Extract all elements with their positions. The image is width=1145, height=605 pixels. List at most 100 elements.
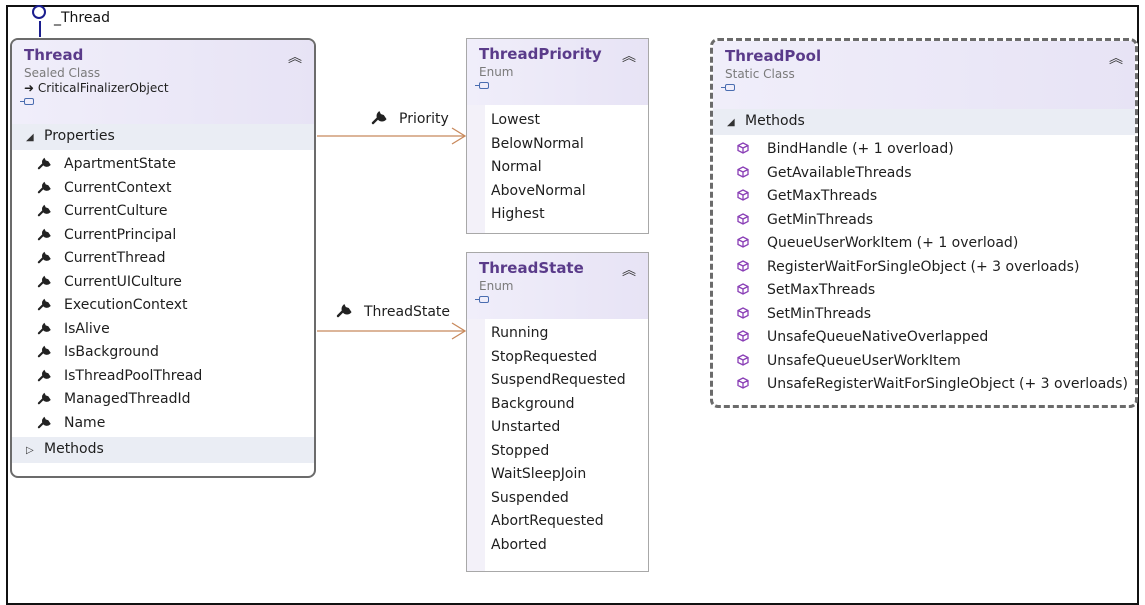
- property-item[interactable]: IsBackground: [36, 341, 314, 365]
- enum-value[interactable]: WaitSleepJoin: [485, 463, 648, 487]
- enum-values: Running StopRequested SuspendRequested Back…: [467, 319, 648, 571]
- collapse-icon[interactable]: [475, 82, 489, 89]
- enum-value-label: Normal: [491, 159, 542, 175]
- thread-pool-class-shape[interactable]: ThreadPool Static Class ︽ ◢ Methods BindH…: [710, 38, 1138, 408]
- chevron-up-icon[interactable]: ︽: [622, 260, 636, 280]
- method-item-label: RegisterWaitForSingleObject (+ 3 overloa…: [767, 258, 1080, 275]
- method-item[interactable]: QueueUserWorkItem (+ 1 overload): [737, 232, 1135, 256]
- methods-section-header[interactable]: ▷ Methods: [12, 437, 314, 463]
- method-item-label: GetMinThreads: [767, 211, 874, 228]
- method-item[interactable]: GetMinThreads: [737, 209, 1135, 233]
- base-class: ➜ CriticalFinalizerObject: [24, 81, 169, 95]
- property-item[interactable]: ManagedThreadId: [36, 388, 314, 412]
- method-item[interactable]: GetAvailableThreads: [737, 162, 1135, 186]
- enum-value[interactable]: Stopped: [485, 440, 648, 464]
- method-item[interactable]: UnsafeQueueNativeOverlapped: [737, 326, 1135, 350]
- priority-association-label[interactable]: Priority: [371, 109, 449, 127]
- collapse-icon[interactable]: [475, 296, 489, 303]
- property-item[interactable]: CurrentThread: [36, 247, 314, 271]
- enum-value-label: Unstarted: [491, 419, 561, 435]
- method-item[interactable]: RegisterWaitForSingleObject (+ 3 overloa…: [737, 256, 1135, 280]
- collapse-icon[interactable]: [20, 98, 34, 105]
- thread-priority-enum-shape[interactable]: ThreadPriority Enum ︽ Lowest BelowNormal N…: [466, 38, 649, 234]
- method-cube-icon: [737, 165, 749, 178]
- property-item-label: CurrentCulture: [64, 203, 168, 219]
- properties-section-header[interactable]: ◢ Properties: [12, 124, 314, 150]
- property-item[interactable]: IsAlive: [36, 318, 314, 342]
- enum-value[interactable]: Suspended: [485, 487, 648, 511]
- chevron-up-icon[interactable]: ︽: [622, 46, 636, 66]
- property-item-label: IsThreadPoolThread: [64, 367, 203, 384]
- chevron-up-icon[interactable]: ︽: [288, 47, 302, 67]
- enum-value[interactable]: Highest: [485, 203, 648, 227]
- enum-value[interactable]: Lowest: [485, 109, 648, 133]
- thread-pool-header: ThreadPool Static Class ︽: [713, 41, 1135, 109]
- enum-value[interactable]: Running: [485, 322, 648, 346]
- collapsed-triangle-icon: ▷: [26, 445, 34, 456]
- wrench-icon: [371, 110, 387, 125]
- enum-value-label: Lowest: [491, 112, 540, 128]
- enum-value[interactable]: BelowNormal: [485, 133, 648, 157]
- property-item[interactable]: CurrentPrincipal: [36, 224, 314, 248]
- enum-value-label: BelowNormal: [491, 135, 584, 152]
- property-item[interactable]: CurrentCulture: [36, 200, 314, 224]
- enum-value[interactable]: Normal: [485, 156, 648, 180]
- method-item-label: UnsafeQueueNativeOverlapped: [767, 329, 989, 345]
- chevron-up-icon[interactable]: ︽: [1109, 48, 1123, 68]
- enum-title: ThreadState: [479, 259, 584, 277]
- state-association-label[interactable]: ThreadState: [336, 302, 450, 320]
- method-item-label: SetMinThreads: [767, 305, 872, 322]
- enum-value[interactable]: Unstarted: [485, 416, 648, 440]
- property-item[interactable]: IsThreadPoolThread: [36, 365, 314, 389]
- method-item[interactable]: SetMinThreads: [737, 303, 1135, 327]
- enum-value[interactable]: AboveNormal: [485, 180, 648, 204]
- method-item[interactable]: UnsafeRegisterWaitForSingleObject (+ 3 o…: [737, 373, 1135, 397]
- method-item[interactable]: UnsafeQueueUserWorkItem: [737, 350, 1135, 374]
- method-cube-icon: [737, 353, 749, 366]
- property-item-label: CurrentPrincipal: [64, 226, 177, 243]
- method-item-label: QueueUserWorkItem (+ 1 overload): [767, 235, 1019, 251]
- property-item[interactable]: ApartmentState: [36, 153, 314, 177]
- method-item-label: GetMaxThreads: [767, 188, 878, 204]
- enum-kind: Enum: [479, 65, 514, 79]
- property-item-label: CurrentThread: [64, 250, 166, 266]
- expanded-triangle-icon: ◢: [26, 132, 34, 143]
- class-kind: Sealed Class: [24, 66, 101, 80]
- property-item[interactable]: CurrentContext: [36, 177, 314, 201]
- method-item[interactable]: SetMaxThreads: [737, 279, 1135, 303]
- wrench-icon: [37, 181, 51, 193]
- property-item-label: ExecutionContext: [64, 297, 188, 313]
- methods-section-header[interactable]: ◢ Methods: [713, 109, 1135, 135]
- method-cube-icon: [737, 283, 749, 295]
- enum-value[interactable]: SuspendRequested: [485, 369, 648, 393]
- class-title: ThreadPool: [725, 47, 822, 65]
- wrench-icon: [37, 345, 51, 358]
- enum-value[interactable]: AbortRequested: [485, 510, 648, 534]
- thread-class-header: Thread Sealed Class ➜ CriticalFinalizerO…: [12, 40, 314, 124]
- thread-class-shape[interactable]: Thread Sealed Class ➜ CriticalFinalizerO…: [10, 38, 316, 478]
- thread-state-enum-shape[interactable]: ThreadState Enum ︽ Running StopRequested S…: [466, 252, 649, 572]
- enum-value-label: WaitSleepJoin: [491, 466, 587, 482]
- enum-value[interactable]: Background: [485, 393, 648, 417]
- property-item-label: ManagedThreadId: [64, 391, 191, 407]
- wrench-icon: [37, 369, 51, 381]
- enum-value-label: Aborted: [491, 536, 547, 553]
- wrench-icon: [336, 303, 352, 318]
- enum-value-label: StopRequested: [491, 348, 598, 365]
- enum-value[interactable]: StopRequested: [485, 346, 648, 370]
- property-item-label: CurrentContext: [64, 179, 172, 196]
- wrench-icon: [37, 322, 51, 334]
- method-item[interactable]: BindHandle (+ 1 overload): [737, 138, 1135, 162]
- method-item[interactable]: GetMaxThreads: [737, 185, 1135, 209]
- enum-value-label: Highest: [491, 206, 545, 222]
- method-item-label: SetMaxThreads: [767, 282, 876, 298]
- property-item[interactable]: ExecutionContext: [36, 294, 314, 318]
- enum-value-label: Suspended: [491, 489, 569, 506]
- method-cube-icon: [737, 142, 749, 154]
- property-item[interactable]: CurrentUICulture: [36, 271, 314, 295]
- collapse-icon[interactable]: [721, 84, 735, 91]
- enum-value[interactable]: Aborted: [485, 534, 648, 558]
- property-item[interactable]: Name: [36, 412, 314, 436]
- wrench-icon: [37, 392, 51, 405]
- wrench-icon: [37, 228, 51, 240]
